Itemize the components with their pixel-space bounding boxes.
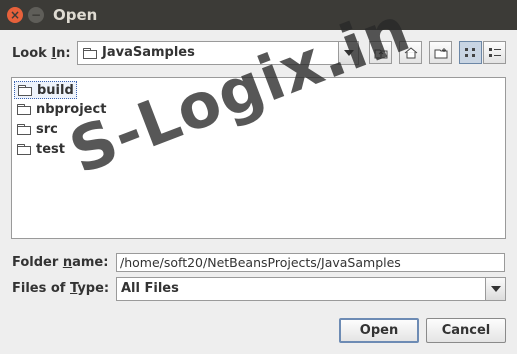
look-in-label: Look In:	[12, 46, 71, 61]
up-one-level-icon	[374, 49, 387, 58]
folder-icon	[17, 104, 31, 115]
files-of-type-value: All Files	[121, 281, 179, 296]
folder-icon	[18, 85, 32, 96]
minimize-icon[interactable]: −	[28, 7, 44, 23]
folder-name-label: Folder name:	[12, 255, 109, 270]
folder-name-field[interactable]	[116, 253, 505, 272]
list-item[interactable]: test	[14, 141, 67, 159]
title-bar: × − Open	[0, 0, 517, 30]
files-of-type-label: Files of Type:	[12, 281, 110, 296]
folder-icon	[83, 48, 97, 59]
files-of-type-combo[interactable]: All Files	[116, 277, 506, 301]
window-title: Open	[53, 6, 98, 24]
list-item[interactable]: build	[14, 81, 77, 99]
details-view-button[interactable]	[483, 41, 506, 64]
new-folder-button[interactable]	[429, 41, 452, 64]
list-view-icon	[464, 47, 475, 57]
look-in-combo[interactable]: JavaSamples	[77, 41, 359, 65]
list-item[interactable]: nbproject	[14, 101, 108, 119]
chevron-down-icon[interactable]	[485, 278, 505, 300]
new-folder-icon	[434, 47, 447, 58]
details-view-icon	[488, 47, 501, 57]
home-icon	[404, 46, 417, 58]
file-list[interactable]: build nbproject src test	[11, 77, 506, 239]
folder-icon	[17, 144, 31, 155]
chevron-down-icon[interactable]	[338, 42, 358, 64]
list-item[interactable]: src	[14, 121, 60, 139]
open-button[interactable]: Open	[339, 318, 419, 343]
look-in-value: JavaSamples	[102, 45, 195, 60]
close-icon[interactable]: ×	[7, 7, 23, 23]
up-one-level-button[interactable]	[369, 41, 392, 64]
folder-icon	[17, 124, 31, 135]
home-button[interactable]	[399, 41, 422, 64]
list-view-button[interactable]	[459, 41, 482, 64]
cancel-button[interactable]: Cancel	[426, 318, 506, 343]
